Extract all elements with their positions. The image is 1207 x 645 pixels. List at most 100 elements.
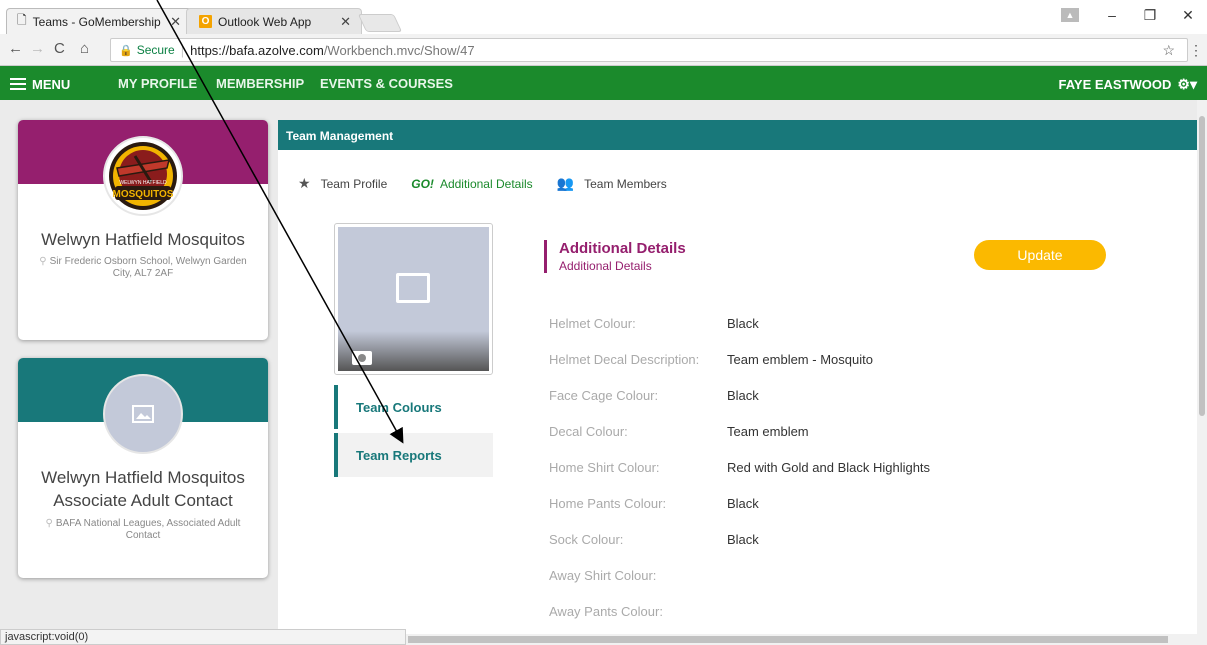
contact-avatar — [103, 374, 183, 454]
user-name: FAYE EASTWOOD — [1058, 77, 1172, 92]
status-bar: javascript:void(0) — [0, 629, 406, 645]
address-bar: ← → C ⌂ 🔒 Secure | https://bafa.azolve.c… — [0, 34, 1207, 66]
new-tab-button[interactable] — [357, 14, 403, 32]
nav-events-courses[interactable]: EVENTS & COURSES — [320, 76, 453, 91]
menu-label: MENU — [32, 76, 71, 92]
field-label: Helmet Decal Description: — [549, 351, 700, 367]
detail-row: Home Pants Colour: Black — [549, 485, 1149, 521]
detail-row: Away Pants Colour: — [549, 593, 1149, 629]
back-icon[interactable]: ← — [8, 40, 23, 57]
field-value: Black — [727, 531, 759, 547]
field-value: Black — [727, 315, 759, 331]
nav-my-profile[interactable]: MY PROFILE — [118, 76, 197, 91]
close-tab-icon[interactable]: ✕ — [170, 14, 181, 30]
team-subnav: ★ Team Profile GO! Additional Details 👥 … — [298, 175, 691, 192]
lock-icon: 🔒 — [119, 44, 133, 57]
update-button[interactable]: Update — [974, 240, 1106, 270]
tab-title: Outlook Web App — [218, 14, 312, 29]
photo-placeholder — [338, 227, 489, 371]
divider: | — [180, 42, 185, 58]
browser-tab-outlook[interactable]: O Outlook Web App ✕ — [186, 8, 362, 34]
field-value: Team emblem — [727, 423, 809, 439]
contact-card[interactable]: Welwyn Hatfield Mosquitos Associate Adul… — [18, 358, 268, 578]
hamburger-icon — [10, 75, 26, 93]
main-navbar: MENU MY PROFILE MEMBERSHIP EVENTS & COUR… — [0, 66, 1207, 100]
tab-team-profile[interactable]: ★ Team Profile — [298, 175, 387, 192]
browser-tab-teams[interactable]: 🗋 Teams - GoMembership ✕ — [6, 8, 192, 34]
field-label: Home Shirt Colour: — [549, 459, 660, 475]
image-placeholder-icon — [132, 405, 154, 423]
vertical-scrollbar[interactable] — [1197, 100, 1207, 634]
team-address: ⚲ Sir Frederic Osborn School, Welwyn Gard… — [39, 256, 247, 279]
secure-label: Secure — [136, 43, 175, 57]
close-tab-icon[interactable]: ✕ — [340, 14, 351, 30]
field-label: Decal Colour: — [549, 423, 628, 439]
restore-icon[interactable]: ❐ — [1131, 7, 1169, 24]
section-title-block: Additional Details Additional Details — [544, 240, 686, 273]
go-icon: GO! — [411, 176, 434, 191]
field-label: Away Pants Colour: — [549, 603, 663, 619]
detail-row: Decal Colour: Team emblem — [549, 413, 1149, 449]
outlook-icon: O — [199, 15, 212, 28]
url-host: https://bafa.azolve.com — [190, 42, 324, 58]
field-value: Team emblem - Mosquito — [727, 351, 873, 367]
field-value: Red with Gold and Black Highlights — [727, 459, 931, 475]
bookmark-star-icon[interactable]: ☆ — [1162, 42, 1175, 59]
page-icon: 🗋 — [17, 13, 27, 27]
logo-main-text: MOSQUITOS — [113, 189, 174, 200]
field-value: Black — [727, 495, 759, 511]
star-icon: ★ — [298, 175, 311, 191]
menu-button[interactable]: MENU — [10, 75, 70, 93]
team-card[interactable]: WELWYN HATFIELD MOSQUITOS Welwyn Hatfiel… — [18, 120, 268, 340]
page-content: WELWYN HATFIELD MOSQUITOS Welwyn Hatfiel… — [0, 100, 1197, 634]
contact-name-line2: Associate Adult Contact — [53, 491, 233, 510]
forward-icon[interactable]: → — [30, 40, 45, 57]
detail-row: Home Shirt Colour: Red with Gold and Blac… — [549, 449, 1149, 485]
people-icon: 👥 — [556, 175, 575, 191]
nav-membership[interactable]: MEMBERSHIP — [216, 76, 304, 91]
url-input[interactable]: 🔒 Secure | https://bafa.azolve.com/Workb… — [110, 38, 1188, 62]
camera-icon[interactable] — [352, 351, 372, 365]
detail-row: Helmet Decal Description: Team emblem - M… — [549, 341, 1149, 377]
tab-team-members[interactable]: 👥 Team Members — [557, 175, 667, 192]
image-placeholder-icon — [396, 273, 430, 303]
menu-item-team-colours[interactable]: Team Colours — [334, 385, 493, 429]
tab-title: Teams - GoMembership — [32, 14, 161, 29]
location-pin-icon: ⚲ — [45, 518, 53, 529]
team-management-panel: Team Management ★ Team Profile GO! Addit… — [278, 120, 1197, 634]
home-icon[interactable]: ⌂ — [80, 40, 89, 57]
team-logo: WELWYN HATFIELD MOSQUITOS — [103, 136, 183, 216]
tab-additional-details[interactable]: GO! Additional Details — [411, 177, 532, 191]
user-menu[interactable]: FAYE EASTWOOD ⚙▾ — [1058, 76, 1197, 93]
detail-row: Sock Colour: Black — [549, 521, 1149, 557]
team-name: Welwyn Hatfield Mosquitos — [41, 230, 245, 249]
url-path: /Workbench.mvc/Show/47 — [323, 42, 475, 58]
logo-small-text: WELWYN HATFIELD — [119, 180, 167, 186]
section-title: Additional Details — [559, 240, 686, 257]
location-pin-icon: ⚲ — [39, 256, 47, 267]
contact-name-line1: Welwyn Hatfield Mosquitos — [41, 468, 245, 487]
detail-row: Helmet Colour: Black — [549, 305, 1149, 341]
field-value: Black — [727, 387, 759, 403]
gear-icon: ⚙▾ — [1177, 76, 1197, 92]
field-label: Away Shirt Colour: — [549, 567, 657, 583]
browser-menu-icon[interactable]: ⋮ — [1189, 42, 1203, 59]
field-label: Face Cage Colour: — [549, 387, 659, 403]
browser-tab-strip: 🗋 Teams - GoMembership ✕ O Outlook Web A… — [0, 0, 1207, 34]
field-label: Sock Colour: — [549, 531, 624, 547]
panel-header: Team Management — [278, 120, 1197, 150]
details-list: Helmet Colour: Black Helmet Decal Descrip… — [549, 305, 1149, 629]
window-controls: ▲ – ❐ ✕ — [1061, 0, 1207, 30]
section-subtitle: Additional Details — [559, 259, 652, 273]
team-photo[interactable] — [334, 223, 493, 375]
menu-item-team-reports[interactable]: Team Reports — [334, 433, 493, 477]
close-window-icon[interactable]: ✕ — [1169, 7, 1207, 24]
detail-row: Face Cage Colour: Black — [549, 377, 1149, 413]
detail-row: Away Shirt Colour: — [549, 557, 1149, 593]
field-label: Home Pants Colour: — [549, 495, 667, 511]
field-label: Helmet Colour: — [549, 315, 636, 331]
minimize-icon[interactable]: – — [1093, 7, 1131, 23]
reload-icon[interactable]: C — [54, 40, 65, 57]
profile-icon[interactable]: ▲ — [1061, 8, 1079, 22]
side-menu: Team Colours Team Reports — [334, 385, 493, 481]
